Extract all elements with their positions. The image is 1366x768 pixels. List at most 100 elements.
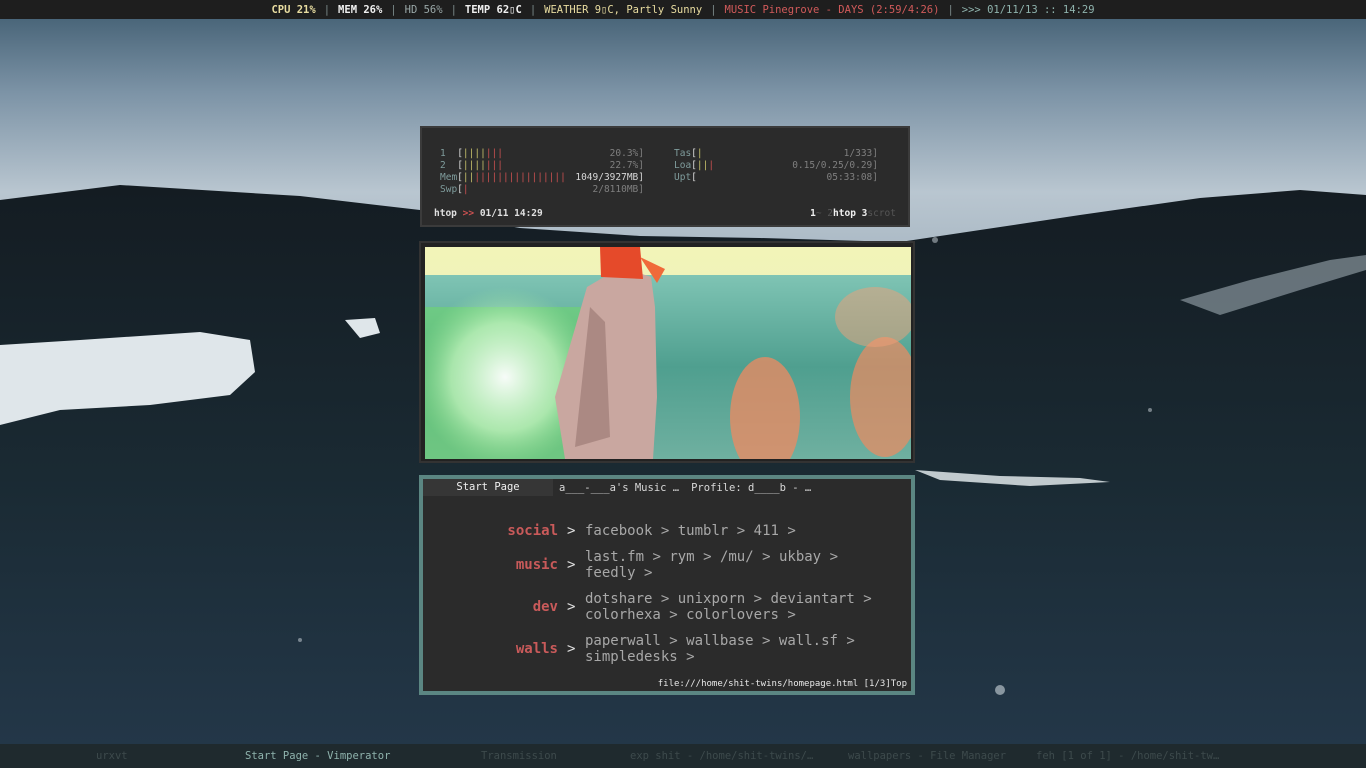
uptime-label: Upt [674,172,692,183]
link-separator: > [736,523,746,539]
tab-music[interactable]: a___-___a's Music … [553,482,685,494]
link-separator: > [686,649,695,665]
disk-usage: HD 56% [404,3,443,16]
cpu-usage: CPU 21% [271,3,316,16]
link-wallbase[interactable]: wallbase [686,633,753,649]
uptime-meter: Upt[ [674,172,697,183]
link-separator: > [846,633,855,649]
link-feedly[interactable]: feedly [585,565,636,581]
mem-value: 1049/3927MB] [575,172,644,183]
link-simpledesks[interactable]: simpledesks [585,649,678,665]
tab-start-page[interactable]: Start Page [423,479,553,496]
link-deviantart[interactable]: deviantart [771,591,855,607]
link-list: last.fm > rym > /mu/ > ukbay > feedly > [585,549,895,581]
link-tumblr[interactable]: tumblr [678,523,729,539]
link-separator: > [660,523,670,539]
link-separator: > [669,607,678,623]
link-paperwall[interactable]: paperwall [585,633,661,649]
load-label: Loa [674,160,692,171]
link-rym[interactable]: rym [669,549,694,565]
cpu1-label: 1 [440,148,446,159]
photo-image [425,247,911,459]
clock: >>> 01/11/13 :: 14:29 [961,3,1095,16]
link-facebook[interactable]: facebook [585,523,652,539]
link-separator: > [762,549,771,565]
link-separator: > [787,607,796,623]
link-list: paperwall > wallbase > wall.sf > simpled… [585,633,895,665]
task-urxvt[interactable]: urxvt [96,750,128,762]
cpu1-meter: 1 [||||||| [440,148,503,159]
window-2-label[interactable]: htop [833,208,856,219]
link-separator: > [863,591,872,607]
link-unixporn[interactable]: unixporn [678,591,745,607]
status-arrow: >> [462,208,475,219]
task-transmission[interactable]: Transmission [481,750,557,762]
link-ukbay[interactable]: ukbay [779,549,821,565]
swap-label: Swp [440,184,458,195]
mem-label: Mem [440,172,458,183]
tab-profile[interactable]: Profile: d____b - … [685,482,817,494]
link-411[interactable]: 411 [754,523,779,539]
cpu2-label: 2 [440,160,446,171]
separator: | [323,3,331,16]
browser-statusline: file:///home/shit-twins/homepage.html [1… [658,679,907,689]
link-separator: > [829,549,838,565]
category-label: social [507,523,558,539]
swap-value: 2/8110MB] [592,184,644,195]
category-arrow: > [567,599,576,615]
link-list: dotshare > unixporn > deviantart > color… [585,591,895,623]
task-file-manager[interactable]: wallpapers - File Manager [848,750,1006,762]
now-playing: MUSIC Pinegrove - DAYS (2:59/4:26) [724,3,940,16]
cpu2-meter: 2 [||||||| [440,160,503,171]
tab-bar: Start Page a___-___a's Music … Profile: … [423,479,911,496]
status-date: 01/11 14:29 [479,208,543,219]
category-arrow: > [567,641,576,657]
tasks-meter: Tas[| [674,148,703,159]
separator: | [710,3,717,16]
window-3-label[interactable]: scrot [867,208,896,219]
link-separator: > [753,591,763,607]
mem-meter: Mem[|||||||||||||||||| [440,172,566,183]
task-terminal-exp[interactable]: exp shit - /home/shit-twins/… [630,750,813,762]
separator: | [450,3,457,16]
htop-terminal[interactable]: 1 [||||||| 20.3%] 2 [||||||| 22.7%] Mem[… [420,126,910,227]
window-1-label[interactable]: ~ [816,208,822,219]
status-url: file:///home/shit-twins/homepage.html [657,679,859,689]
tmux-window-list[interactable]: 1~ 2htop 3scrot [810,208,896,220]
task-vimperator[interactable]: Start Page - Vimperator [245,750,390,762]
load-meter: Loa[||| [674,160,715,171]
cpu1-value: 20.3%] [609,148,644,159]
link-dotshare[interactable]: dotshare [585,591,652,607]
mem-usage: MEM 26% [338,3,383,16]
link-colorlovers[interactable]: colorlovers [686,607,779,623]
link-mu[interactable]: /mu/ [720,549,754,565]
category-label: dev [532,599,558,615]
link-separator: > [644,565,653,581]
task-feh[interactable]: feh [1 of 1] - /home/shit-tw… [1036,750,1219,762]
link-lastfm[interactable]: last.fm [585,549,644,565]
cpu2-value: 22.7%] [609,160,644,171]
uptime-value: 05:33:08] [826,172,878,183]
taskbar: urxvt Start Page - Vimperator Transmissi… [0,744,1366,768]
swap-meter: Swp[| [440,184,469,195]
category-arrow: > [567,557,576,573]
link-separator: > [660,591,670,607]
category-label: walls [515,641,558,657]
image-viewer-window[interactable] [419,241,915,463]
link-separator: > [787,523,796,539]
status-bar: CPU 21% | MEM 26% | HD 56% | TEMP 62▯C |… [0,0,1366,19]
status-position: [1/3]Top [863,679,907,689]
link-colorhexa[interactable]: colorhexa [585,607,661,623]
link-separator: > [762,633,771,649]
tmux-status-left: htop >> 01/11 14:29 [434,208,543,220]
link-wallsf[interactable]: wall.sf [779,633,838,649]
vimperator-browser-window[interactable]: Start Page a___-___a's Music … Profile: … [419,475,915,695]
load-value: 0.15/0.25/0.29] [792,160,878,171]
link-separator: > [703,549,712,565]
session-name: htop [434,208,457,219]
temperature: TEMP 62▯C [464,3,522,16]
category-label: music [515,557,558,573]
category-arrow: > [567,523,576,539]
separator: | [529,3,537,16]
link-separator: > [669,633,678,649]
